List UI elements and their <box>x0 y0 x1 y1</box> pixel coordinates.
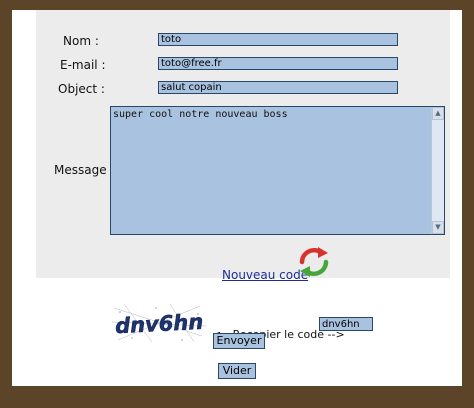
message-scrollbar[interactable]: ▲ ▼ <box>431 107 444 234</box>
refresh-arrows-icon[interactable] <box>296 244 332 280</box>
email-label: E-mail : <box>60 58 106 72</box>
name-label: Nom : <box>63 34 99 48</box>
clear-button[interactable]: Vider <box>218 363 256 379</box>
captcha-text: dnv6hn <box>114 310 203 339</box>
message-textarea[interactable]: super cool notre nouveau boss ▲ ▼ <box>110 106 445 235</box>
captcha-image: dnv6hn <box>112 302 206 344</box>
name-input[interactable] <box>158 33 398 46</box>
captcha-input[interactable] <box>319 317 373 331</box>
scroll-up-icon[interactable]: ▲ <box>432 107 444 120</box>
email-input[interactable] <box>158 57 398 70</box>
message-label: Message : <box>54 163 115 177</box>
page: Nom : E-mail : Object : Message : super … <box>12 10 462 386</box>
scroll-down-icon[interactable]: ▼ <box>432 221 444 234</box>
message-text: super cool notre nouveau boss <box>113 109 288 120</box>
object-input[interactable] <box>158 81 398 94</box>
object-label: Object : <box>58 82 105 96</box>
send-button[interactable]: Envoyer <box>213 333 265 349</box>
